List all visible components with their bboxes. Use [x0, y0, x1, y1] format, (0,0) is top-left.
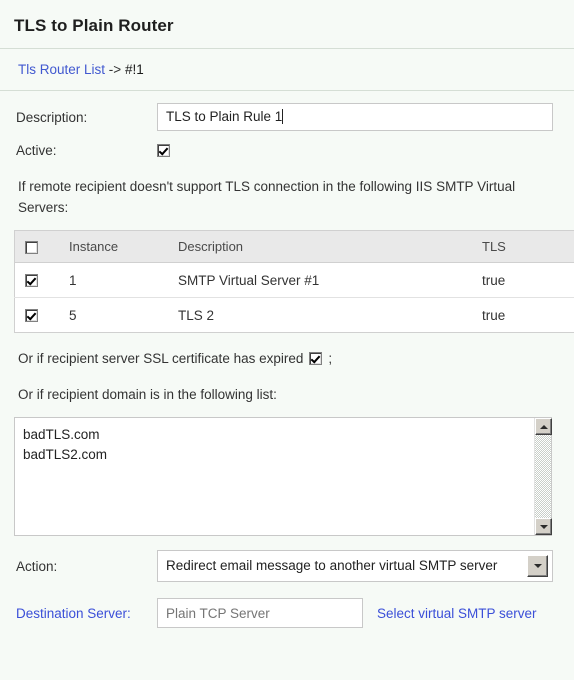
active-checkbox[interactable]	[157, 144, 170, 157]
ssl-expired-suffix: ;	[328, 351, 333, 366]
description-row: Description: TLS to Plain Rule 1	[16, 103, 558, 131]
domain-list-instruction: Or if recipient domain is in the followi…	[18, 387, 277, 402]
virtual-servers-table: Instance Description TLS 1 SMTP Virtual …	[14, 230, 574, 333]
chevron-down-icon[interactable]	[527, 555, 548, 577]
table-header-instance: Instance	[65, 230, 174, 263]
row-select-cell	[14, 262, 65, 298]
table-body: 1 SMTP Virtual Server #1 true 5 TLS 2 tr…	[14, 262, 574, 333]
action-label: Action:	[16, 558, 58, 574]
domain-list-scrollbar[interactable]	[534, 418, 552, 535]
form-area-action: Action: Redirect email message to anothe…	[0, 550, 574, 628]
select-all-checkbox[interactable]	[25, 241, 38, 255]
destination-row: Destination Server: Select virtual SMTP …	[16, 598, 558, 628]
action-row: Action: Redirect email message to anothe…	[16, 550, 558, 582]
breadcrumb-current: #!1	[124, 62, 144, 77]
ssl-expired-row: Or if recipient server SSL certificate h…	[18, 351, 558, 366]
page-title: TLS to Plain Router	[14, 16, 174, 35]
action-select[interactable]: Redirect email message to another virtua…	[157, 550, 553, 582]
row-checkbox[interactable]	[25, 274, 38, 288]
row-checkbox[interactable]	[25, 309, 38, 323]
table-row[interactable]: 1 SMTP Virtual Server #1 true	[14, 262, 574, 298]
destination-server-link[interactable]: Destination Server:	[16, 606, 157, 621]
tls-to-plain-router-page: TLS to Plain Router Tls Router List -> #…	[0, 0, 574, 680]
row-description: TLS 2	[174, 297, 478, 333]
breadcrumb-link-tls-router-list[interactable]: Tls Router List	[18, 62, 105, 77]
scroll-up-arrow-icon[interactable]	[535, 418, 552, 435]
row-tls: true	[478, 297, 574, 333]
domain-list-textarea[interactable]: badTLS.com badTLS2.com	[14, 417, 552, 536]
title-band: TLS to Plain Router	[0, 0, 574, 48]
scroll-down-arrow-icon[interactable]	[535, 518, 552, 535]
row-description: SMTP Virtual Server #1	[174, 262, 478, 298]
table-header-description: Description	[174, 230, 478, 263]
divider-breadcrumb	[0, 90, 574, 91]
active-label: Active:	[16, 143, 57, 158]
form-area-lower: Or if recipient server SSL certificate h…	[0, 351, 574, 405]
table-head: Instance Description TLS	[14, 230, 574, 263]
breadcrumb: Tls Router List -> #!1	[18, 62, 574, 77]
description-input-value: TLS to Plain Rule 1	[166, 109, 283, 124]
form-area: Description: TLS to Plain Rule 1 Active:…	[0, 103, 574, 218]
breadcrumb-band: Tls Router List -> #!1	[0, 49, 574, 90]
row-tls: true	[478, 262, 574, 298]
table-header-row: Instance Description TLS	[14, 230, 574, 263]
row-instance: 5	[65, 297, 174, 333]
scroll-down-glyph	[539, 524, 548, 529]
table-row[interactable]: 5 TLS 2 true	[14, 297, 574, 333]
text-caret	[282, 109, 284, 124]
table-header-tls: TLS	[478, 230, 574, 263]
row-instance: 1	[65, 262, 174, 298]
ssl-expired-label: Or if recipient server SSL certificate h…	[18, 351, 304, 366]
table-header-select-all	[14, 230, 65, 263]
active-row: Active:	[16, 143, 558, 158]
description-input[interactable]: TLS to Plain Rule 1	[157, 103, 553, 131]
virtual-servers-instruction: If remote recipient doesn't support TLS …	[18, 179, 516, 215]
action-select-value: Redirect email message to another virtua…	[166, 558, 498, 573]
destination-server-input[interactable]	[157, 598, 363, 628]
breadcrumb-separator: ->	[108, 62, 122, 77]
domain-list-value: badTLS.com badTLS2.com	[23, 427, 108, 462]
row-select-cell	[14, 297, 65, 333]
description-label: Description:	[16, 109, 88, 125]
select-virtual-smtp-server-link[interactable]: Select virtual SMTP server	[377, 606, 537, 621]
scroll-up-glyph	[539, 424, 548, 429]
ssl-expired-checkbox[interactable]	[309, 352, 323, 365]
